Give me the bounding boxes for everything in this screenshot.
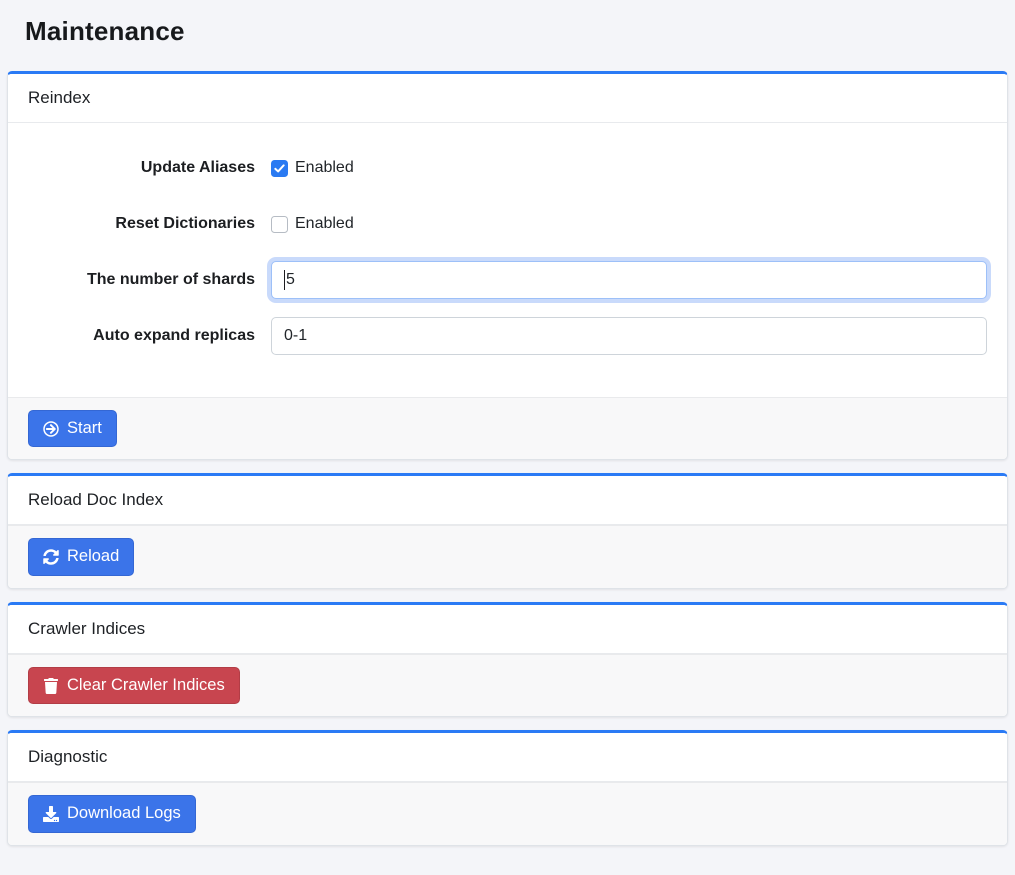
diagnostic-card: Diagnostic Download Logs	[7, 730, 1008, 845]
reload-doc-index-card-footer: Reload	[8, 525, 1007, 587]
number-of-shards-row: The number of shards 5	[23, 261, 987, 299]
diagnostic-card-header: Diagnostic	[8, 733, 1007, 782]
arrow-circle-right-icon	[43, 421, 59, 437]
page-title: Maintenance	[25, 16, 1008, 47]
download-icon	[43, 806, 59, 822]
check-icon	[274, 163, 285, 174]
start-button[interactable]: Start	[28, 410, 117, 447]
reindex-card-footer: Start	[8, 397, 1007, 459]
reload-button-label: Reload	[67, 546, 119, 567]
auto-expand-replicas-value: 0-1	[284, 327, 307, 345]
download-logs-button-label: Download Logs	[67, 803, 181, 824]
number-of-shards-value: 5	[286, 271, 295, 289]
reindex-card-body: Update Aliases Enabled Reset Dictionarie…	[8, 123, 1007, 397]
update-aliases-label: Update Aliases	[23, 159, 271, 177]
reindex-card-header: Reindex	[8, 74, 1007, 123]
number-of-shards-label: The number of shards	[23, 271, 271, 289]
diagnostic-card-footer: Download Logs	[8, 782, 1007, 844]
crawler-indices-card-footer: Clear Crawler Indices	[8, 654, 1007, 716]
reset-dictionaries-label: Reset Dictionaries	[23, 215, 271, 233]
crawler-indices-card: Crawler Indices Clear Crawler Indices	[7, 602, 1008, 717]
reindex-card: Reindex Update Aliases Enabled Reset Dic…	[7, 71, 1008, 460]
update-aliases-row: Update Aliases Enabled	[23, 149, 987, 187]
reset-dictionaries-row: Reset Dictionaries Enabled	[23, 205, 987, 243]
crawler-indices-card-header: Crawler Indices	[8, 605, 1007, 654]
reload-doc-index-card-header: Reload Doc Index	[8, 476, 1007, 525]
number-of-shards-input[interactable]: 5	[271, 261, 987, 299]
clear-crawler-indices-button[interactable]: Clear Crawler Indices	[28, 667, 240, 704]
clear-crawler-indices-button-label: Clear Crawler Indices	[67, 675, 225, 696]
reset-dictionaries-check-group: Enabled	[271, 215, 987, 233]
auto-expand-replicas-input[interactable]: 0-1	[271, 317, 987, 355]
auto-expand-replicas-row: Auto expand replicas 0-1	[23, 317, 987, 355]
trash-icon	[43, 678, 59, 694]
auto-expand-replicas-label: Auto expand replicas	[23, 327, 271, 345]
reset-dictionaries-checkbox[interactable]	[271, 216, 288, 233]
update-aliases-checkbox[interactable]	[271, 160, 288, 177]
update-aliases-checkbox-label[interactable]: Enabled	[295, 159, 354, 177]
reset-dictionaries-checkbox-label[interactable]: Enabled	[295, 215, 354, 233]
text-caret	[284, 270, 285, 290]
download-logs-button[interactable]: Download Logs	[28, 795, 196, 832]
reload-button[interactable]: Reload	[28, 538, 134, 575]
update-aliases-check-group: Enabled	[271, 159, 987, 177]
reload-doc-index-card: Reload Doc Index Reload	[7, 473, 1008, 588]
sync-icon	[43, 549, 59, 565]
start-button-label: Start	[67, 418, 102, 439]
